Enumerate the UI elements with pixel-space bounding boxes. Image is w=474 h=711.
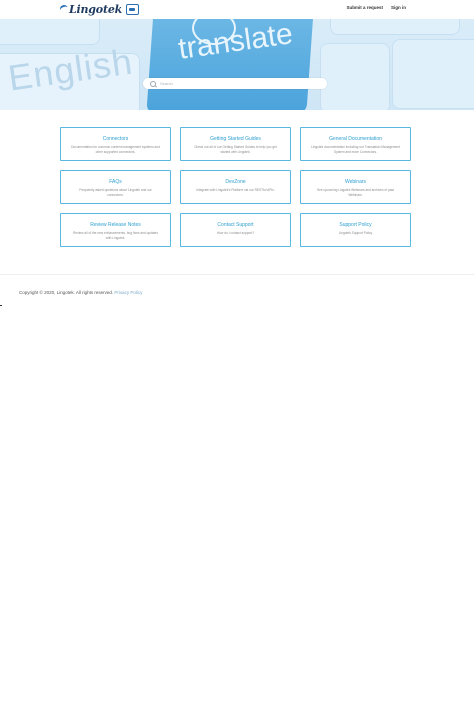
- card-getting-started-guides[interactable]: Getting Started Guides Check out all of …: [180, 127, 291, 161]
- search-icon: [150, 80, 156, 87]
- copyright-text: Copyright © 2020, Lingotek. All rights r…: [19, 290, 114, 295]
- card-title: FAQs: [109, 179, 122, 185]
- search-input[interactable]: [160, 79, 310, 88]
- site-header: Lingotek Submit a request Sign in: [0, 0, 474, 19]
- lingotek-logo[interactable]: Lingotek: [58, 2, 140, 16]
- card-title: Getting Started Guides: [210, 136, 261, 142]
- header-nav: Submit a request Sign in: [346, 5, 406, 10]
- card-title: Connectors: [102, 136, 129, 142]
- card-description: Review all of the new enhancements, bug …: [73, 231, 158, 240]
- card-description: Check out all of our Getting Started Gui…: [194, 145, 277, 154]
- card-description: Documentation for common content managem…: [71, 145, 160, 154]
- logo-text: Lingotek: [69, 2, 123, 16]
- card-title: DevZone: [225, 179, 246, 185]
- submit-request-link[interactable]: Submit a request: [346, 5, 383, 10]
- card-connectors[interactable]: Connectors Documentation for common cont…: [60, 127, 171, 161]
- card-contact-support[interactable]: Contact Support How do I contact support…: [180, 213, 291, 247]
- logo-swoosh-icon: [58, 3, 70, 15]
- card-description: How do I contact support?: [216, 231, 255, 235]
- site-footer: Copyright © 2020, Lingotek. All rights r…: [19, 290, 142, 295]
- keyboard-key: [0, 19, 100, 45]
- footer-divider: [0, 274, 474, 275]
- privacy-policy-link[interactable]: Privacy Policy: [114, 290, 142, 295]
- search-bar[interactable]: [143, 78, 327, 89]
- card-title: General Documentation: [329, 136, 382, 142]
- card-general-documentation[interactable]: General Documentation Lingotek documenta…: [300, 127, 411, 161]
- edge-marker: [0, 305, 2, 306]
- card-review-release-notes[interactable]: Review Release Notes Review all of the n…: [60, 213, 171, 247]
- card-support-policy[interactable]: Support Policy Lingotek Support Policy: [300, 213, 411, 247]
- keyboard-key: [320, 43, 390, 110]
- keyboard-key: [330, 19, 460, 35]
- card-devzone[interactable]: DevZone Integrate with Lingotek's Platfo…: [180, 170, 291, 204]
- card-title: Contact Support: [217, 222, 254, 228]
- card-description: See upcoming Lingotek Webinars and archi…: [316, 188, 395, 197]
- card-description: Lingotek Support Policy: [338, 231, 373, 235]
- card-webinars[interactable]: Webinars See upcoming Lingotek Webinars …: [300, 170, 411, 204]
- card-title: Webinars: [344, 179, 367, 185]
- hero-banner: translate English: [0, 19, 474, 110]
- card-title: Support Policy: [339, 222, 372, 228]
- card-description: Frequently asked questions about Lingote…: [79, 188, 152, 197]
- card-description: Integrate with Lingotek's Platform via o…: [196, 188, 275, 192]
- card-title: Review Release Notes: [90, 222, 141, 228]
- card-description: Lingotek documentation including our Tra…: [311, 145, 400, 154]
- card-faqs[interactable]: FAQs Frequently asked questions about Li…: [60, 170, 171, 204]
- logo-badge-icon: [126, 3, 140, 15]
- sign-in-link[interactable]: Sign in: [391, 5, 406, 10]
- category-cards: Connectors Documentation for common cont…: [60, 127, 412, 247]
- keyboard-key: [392, 39, 474, 109]
